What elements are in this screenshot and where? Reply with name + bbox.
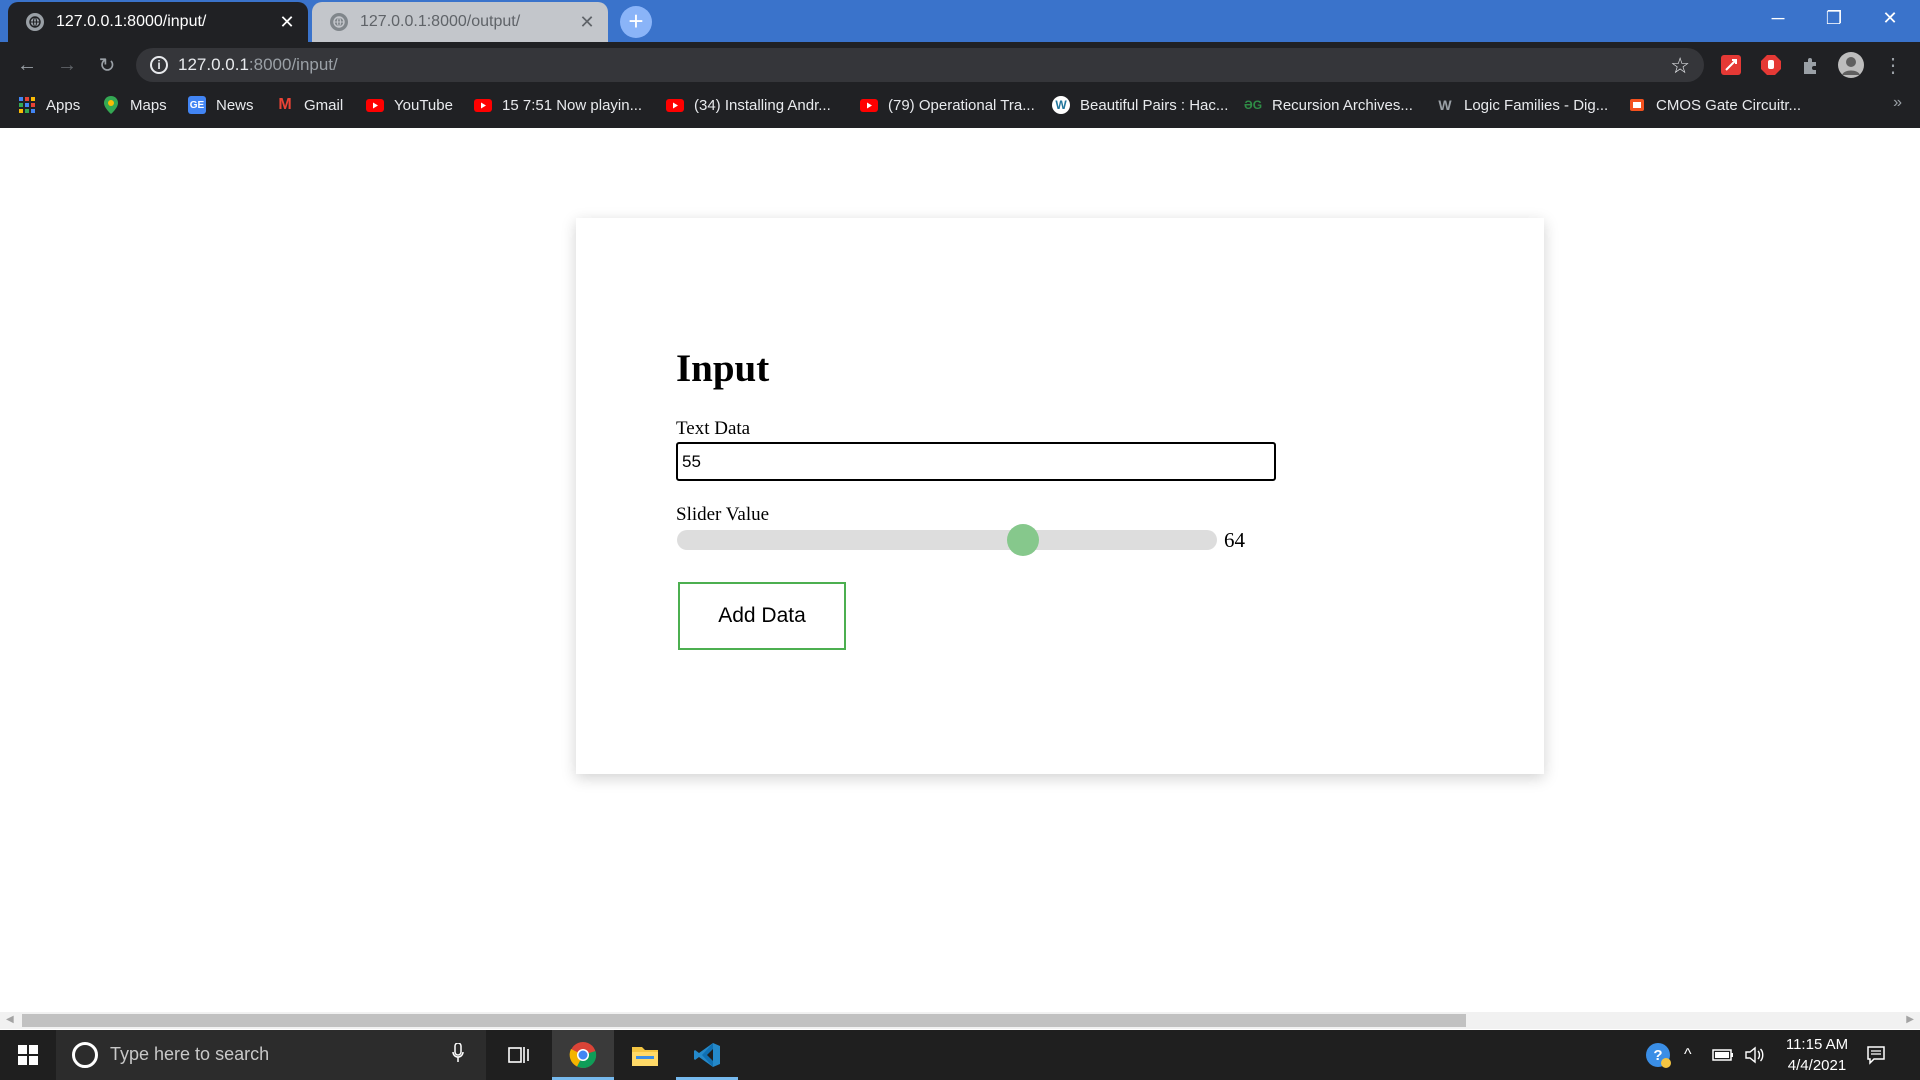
bookmark-operational[interactable]: (79) Operational Tra... [860, 88, 1035, 122]
clock-date: 4/4/2021 [1787, 1057, 1847, 1074]
clock-time: 11:15 AM [1785, 1036, 1849, 1053]
bookmark-star-icon[interactable]: ☆ [1670, 53, 1690, 79]
bookmark-cmos-gate[interactable]: CMOS Gate Circuitr... [1628, 88, 1801, 122]
bookmark-now-playing[interactable]: 15 7:51 Now playin... [474, 88, 642, 122]
apps-grid-icon [18, 96, 36, 114]
svg-text:?: ? [1653, 1047, 1662, 1064]
bookmark-installing-android[interactable]: (34) Installing Andr... [666, 88, 831, 122]
extension-red-icon[interactable] [1718, 52, 1744, 78]
bookmark-beautiful-pairs[interactable]: W Beautiful Pairs : Hac... [1052, 88, 1228, 122]
bookmark-label: Logic Families - Dig... [1464, 96, 1609, 114]
tab-title: 127.0.0.1:8000/output/ [360, 13, 521, 30]
text-data-label: Text Data [676, 418, 751, 439]
add-data-button[interactable]: Add Data [678, 582, 846, 650]
bookmark-logic-families[interactable]: W Logic Families - Dig... [1436, 88, 1608, 122]
bookmark-label: (34) Installing Andr... [694, 96, 831, 114]
address-host: 127.0.0.1 [178, 55, 249, 74]
site-info-icon[interactable]: i [150, 56, 168, 74]
youtube-icon [666, 96, 684, 114]
vscode-icon[interactable] [676, 1030, 738, 1080]
globe-icon [330, 13, 348, 31]
w-logo-icon: W [1438, 97, 1452, 113]
back-arrow-icon[interactable]: ← [12, 50, 42, 80]
bookmark-label: (79) Operational Tra... [888, 96, 1035, 114]
reload-icon[interactable]: ↻ [92, 50, 122, 80]
bookmark-label: YouTube [394, 96, 453, 114]
tab-strip: 127.0.0.1:8000/input/ ✕ 127.0.0.1:8000/o… [0, 0, 1920, 42]
slider-thumb[interactable] [1006, 524, 1039, 556]
bookmark-maps[interactable]: Maps [102, 88, 167, 122]
gmail-icon: M [278, 96, 292, 113]
tray-chevron-up-icon[interactable]: ^ [1684, 1030, 1692, 1080]
bookmark-news[interactable]: GE News [188, 88, 254, 122]
bookmark-label: CMOS Gate Circuitr... [1656, 96, 1802, 114]
windows-start-icon[interactable] [0, 1030, 56, 1080]
close-window-icon[interactable]: ✕ [1862, 0, 1918, 36]
taskbar-search[interactable]: Type here to search [56, 1030, 486, 1080]
tab-output[interactable]: 127.0.0.1:8000/output/ ✕ [312, 2, 608, 42]
search-placeholder: Type here to search [110, 1044, 270, 1064]
slider-track[interactable] [677, 524, 1217, 556]
adblock-icon[interactable] [1758, 52, 1784, 78]
bookmark-label: Apps [46, 96, 81, 114]
microphone-icon[interactable] [452, 1042, 464, 1068]
google-news-icon: GE [188, 96, 206, 114]
forward-arrow-icon[interactable]: → [52, 50, 82, 80]
globe-icon [26, 13, 44, 31]
scroll-right-icon[interactable]: ▶ [1906, 1014, 1914, 1025]
bookmark-recursion[interactable]: ƏG Recursion Archives... [1244, 88, 1413, 122]
bookmark-label: Maps [130, 96, 167, 114]
restore-icon[interactable]: ❐ [1806, 0, 1862, 36]
page-title: Input [676, 347, 770, 390]
horizontal-scrollbar[interactable]: ◀ ▶ [0, 1012, 1920, 1029]
taskbar-clock[interactable]: 11:15 AM 4/4/2021 [1772, 1034, 1862, 1076]
bookmark-label: Gmail [304, 96, 344, 114]
new-tab-button[interactable]: + [620, 6, 652, 38]
bookmark-label: Beautiful Pairs : Hac... [1080, 96, 1229, 114]
task-view-icon[interactable] [488, 1030, 550, 1080]
wordpress-icon: W [1052, 96, 1070, 114]
tab-input[interactable]: 127.0.0.1:8000/input/ ✕ [8, 2, 308, 42]
windows-taskbar: Type here to search ? ^ 11:15 AM 4/4/202… [0, 1030, 1920, 1080]
extensions-puzzle-icon[interactable] [1798, 52, 1824, 78]
text-data-input[interactable] [676, 442, 1276, 481]
address-path: :8000/input/ [248, 55, 338, 74]
youtube-icon [474, 96, 492, 114]
bookmarks-bar: Apps Maps GE News M Gmail YouTube 15 7:5… [0, 88, 1920, 128]
help-icon[interactable]: ? [1644, 1030, 1672, 1080]
youtube-icon [860, 96, 878, 114]
battery-icon[interactable] [1712, 1030, 1734, 1080]
bookmark-label: 15 7:51 Now playin... [502, 96, 643, 114]
address-bar[interactable]: i 127.0.0.1:8000/input/ ☆ [136, 48, 1704, 82]
chip-icon [1628, 96, 1646, 114]
scrollbar-thumb[interactable] [22, 1014, 1466, 1027]
cortana-icon[interactable] [72, 1042, 98, 1068]
bookmark-label: Recursion Archives... [1272, 96, 1413, 114]
input-card: Input Text Data Slider Value 64 Add Data [576, 218, 1544, 774]
volume-icon[interactable] [1744, 1030, 1764, 1080]
youtube-icon [366, 96, 384, 114]
bookmark-label: News [216, 96, 254, 114]
chrome-taskbar-icon[interactable] [552, 1030, 614, 1080]
bookmark-gmail[interactable]: M Gmail [276, 88, 343, 122]
close-tab-icon[interactable]: ✕ [576, 11, 598, 33]
bookmarks-overflow-icon[interactable]: » [1893, 94, 1902, 112]
scroll-left-icon[interactable]: ◀ [6, 1014, 14, 1025]
menu-kebab-icon[interactable]: ⋮ [1880, 52, 1906, 78]
profile-avatar-icon[interactable] [1838, 52, 1864, 78]
bookmark-apps[interactable]: Apps [18, 88, 80, 122]
close-tab-icon[interactable]: ✕ [276, 11, 298, 33]
file-explorer-icon[interactable] [614, 1030, 676, 1080]
geeksforgeeks-icon: ƏG [1243, 98, 1263, 112]
slider-value-readout: 64 [1224, 528, 1245, 552]
minimize-icon[interactable]: ─ [1750, 0, 1806, 36]
action-center-icon[interactable] [1866, 1030, 1886, 1080]
bookmark-youtube[interactable]: YouTube [366, 88, 453, 122]
tab-title: 127.0.0.1:8000/input/ [56, 13, 207, 30]
maps-pin-icon [102, 96, 120, 114]
slider-value-label: Slider Value [676, 504, 770, 525]
browser-toolbar: ← → ↻ i 127.0.0.1:8000/input/ ☆ ⋮ [0, 42, 1920, 88]
address-url[interactable]: 127.0.0.1:8000/input/ [178, 55, 338, 75]
